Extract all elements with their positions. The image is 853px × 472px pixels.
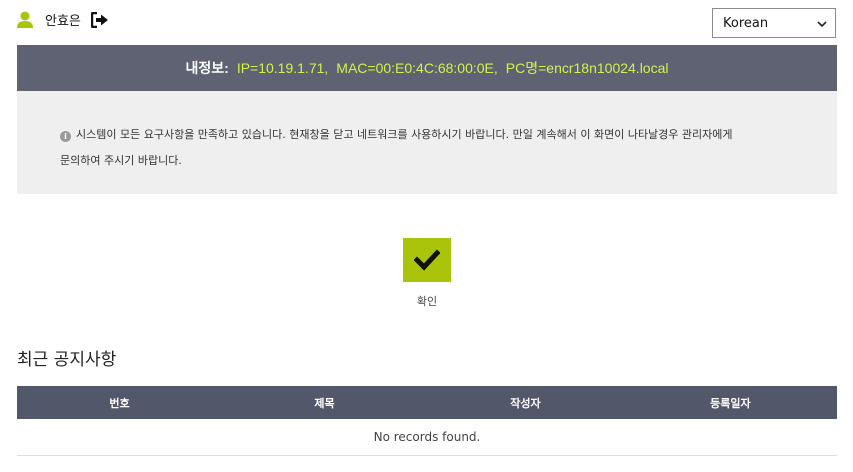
my-info-label: 내정보: xyxy=(185,60,229,76)
sign-out-icon[interactable] xyxy=(90,11,109,28)
empty-message: No records found. xyxy=(17,419,837,456)
recent-notices-title: 최근 공지사항 xyxy=(17,350,117,370)
info-circle-icon: i xyxy=(60,131,71,142)
chevron-down-icon xyxy=(815,16,829,30)
confirm-button[interactable] xyxy=(403,238,451,282)
column-header-title: 제목 xyxy=(314,396,335,410)
user-name: 안효은 xyxy=(45,14,81,29)
ip-value: IP=10.19.1.71, xyxy=(236,60,329,76)
pc-name-value: PC명=encr18n10024.local xyxy=(505,60,669,76)
check-icon xyxy=(414,249,440,271)
user-info: 안효은 xyxy=(17,10,109,29)
column-header-number: 번호 xyxy=(109,396,130,410)
language-selected-value: Korean xyxy=(723,15,769,31)
status-notice: i 시스템이 모든 요구사항을 만족하고 있습니다. 현재창을 닫고 네트워크를 … xyxy=(17,91,837,194)
column-header-date: 등록일자 xyxy=(710,396,751,410)
column-header-author: 작성자 xyxy=(510,396,541,410)
table-header-row: 번호 제목 작성자 등록일자 xyxy=(17,386,837,419)
language-select[interactable]: Korean xyxy=(712,8,836,38)
recent-notices-table: 번호 제목 작성자 등록일자 No records found. xyxy=(17,386,837,456)
top-bar: 안효은 Korean xyxy=(0,0,853,44)
my-info-bar: 내정보: IP=10.19.1.71, MAC=00:E0:4C:68:00:0… xyxy=(17,45,837,91)
user-icon xyxy=(17,11,33,28)
notice-text-line2: 문의하여 주시기 바랍니다. xyxy=(60,154,182,167)
mac-value: MAC=00:E0:4C:68:00:0E, xyxy=(336,60,498,76)
confirm-label: 확인 xyxy=(416,295,438,308)
notice-text-line1: 시스템이 모든 요구사항을 만족하고 있습니다. 현재창을 닫고 네트워크를 사… xyxy=(76,128,733,141)
table-row: No records found. xyxy=(17,419,837,456)
